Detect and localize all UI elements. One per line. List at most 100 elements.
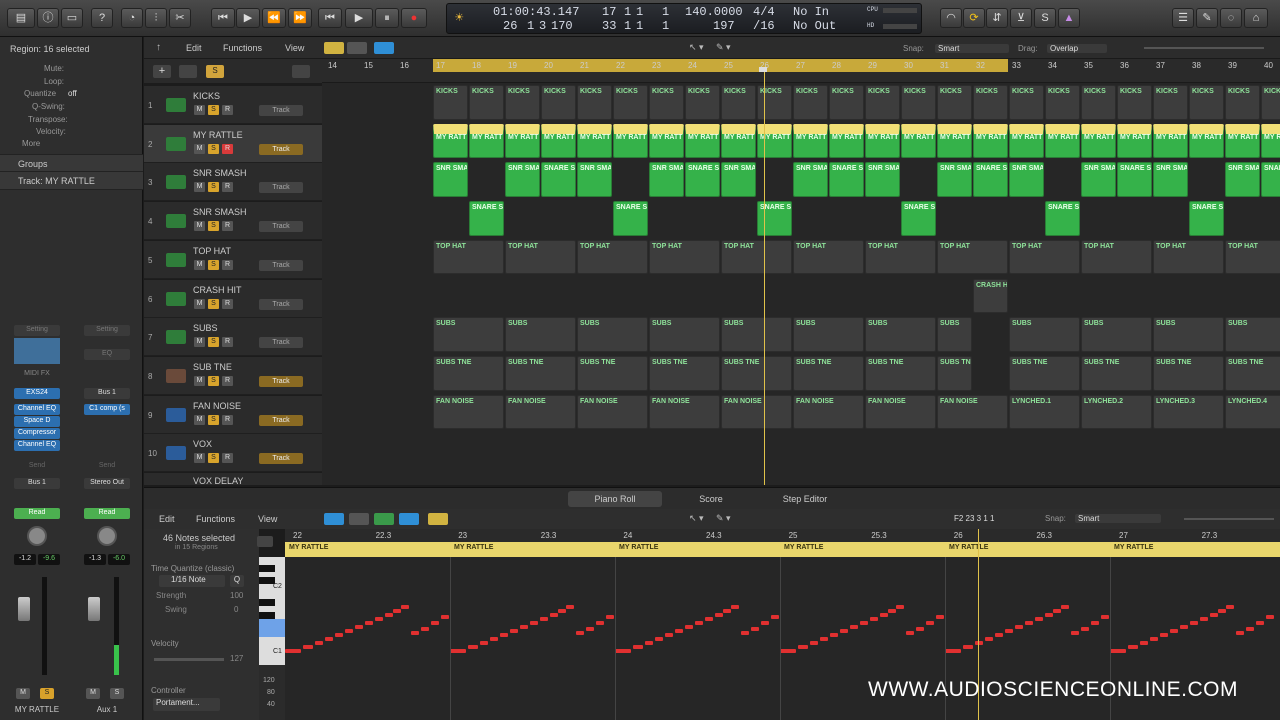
region-my-rattle[interactable]: MY RATT [937,123,972,159]
region-subs[interactable]: SUBS [649,317,720,352]
region-snr-smash[interactable]: SNR SMA [505,162,540,198]
region-snr-smash[interactable]: SNR SMA [577,162,612,198]
region-sub-tne[interactable]: SUBS TNE [1225,355,1280,391]
midi-note[interactable] [675,629,683,633]
region-kicks[interactable]: KICKS [613,85,648,120]
region-kicks[interactable]: KICKS [973,85,1008,120]
region-kicks[interactable]: KICKS [1117,85,1152,120]
groups-row[interactable]: Groups [0,154,143,172]
midi-note[interactable] [1081,627,1089,631]
record-button[interactable]: R [222,298,233,309]
lcd-display[interactable]: ☀ 01:00:43.147 26 1 3 170 17 1 1 1 33 1 … [446,3,922,34]
track-name[interactable]: KICKS [193,91,220,101]
black-key[interactable] [259,612,275,619]
region-kicks[interactable]: KICKS [865,85,900,120]
automation-read-2[interactable]: Read [84,508,130,519]
midi-note[interactable] [1200,617,1208,621]
region-fan-noise[interactable]: FAN NOISE [577,394,648,430]
region-sub-tne[interactable]: SUBS TNE [577,355,648,391]
region-my-rattle[interactable]: MY RATT [793,123,828,159]
mute-button[interactable]: M [194,453,205,464]
up-arrow-icon[interactable]: ↑ [156,42,161,53]
bus-slot[interactable]: Bus 1 [84,388,130,399]
region-kicks[interactable]: KICKS [793,85,828,120]
track-name[interactable]: SNR SMASH [193,207,247,217]
plugin-slot-4[interactable]: Channel EQ [14,440,60,451]
play-from-icon[interactable]: ▶ [236,8,260,28]
region-kicks[interactable]: KICKS [1189,85,1224,120]
pencil-tool-icon[interactable]: ✎ ▾ [716,42,731,53]
region-my-rattle[interactable]: MY RATT [865,123,900,159]
track-mode-pill[interactable]: Track [259,143,303,155]
mute-button-1[interactable]: M [16,688,30,699]
pr-midi-in-icon[interactable] [324,513,344,525]
rewind-icon[interactable]: ⏪ [262,8,286,28]
region-sub-tne[interactable]: SUBS TNE [1009,355,1080,391]
region-kicks[interactable]: KICKS [901,85,936,120]
track-mode-pill[interactable]: Track [259,337,303,349]
region-fan-noise[interactable]: FAN NOISE [793,394,864,430]
region-my-rattle[interactable]: MY RATT [505,123,540,159]
send-slot-1[interactable]: Send [14,461,60,472]
black-key[interactable] [259,565,275,572]
midi-note[interactable] [1071,631,1079,635]
midi-note[interactable] [685,625,693,629]
send-slot-2[interactable]: Send [84,461,130,472]
pr-link-icon[interactable] [428,513,448,525]
midi-note[interactable] [540,617,548,621]
mute-button-2[interactable]: M [86,688,100,699]
midi-note[interactable] [550,613,558,617]
region-subs[interactable]: SUBS [577,317,648,352]
midi-note[interactable] [441,615,449,619]
midi-note[interactable] [385,613,393,617]
midi-note[interactable] [393,609,401,613]
pan-knob-1[interactable] [27,526,47,546]
midi-note[interactable] [1246,627,1254,631]
region-sub-tne[interactable]: SUBS TNE [1081,355,1152,391]
pr-pencil-tool-icon[interactable]: ✎ ▾ [716,513,731,524]
region-fan-noise[interactable]: FAN NOISE [433,394,504,430]
region-kicks[interactable]: KICKS [829,85,864,120]
midi-note[interactable] [1110,649,1126,653]
region-lynched[interactable]: LYNCHED.2 [1081,394,1152,430]
track-name[interactable]: VOX [193,439,212,449]
midi-note[interactable] [1266,615,1274,619]
pr-midi-out-icon[interactable] [349,513,369,525]
midi-note[interactable] [985,637,993,641]
midi-note[interactable] [1035,617,1043,621]
midi-note[interactable] [916,627,924,631]
region-my-rattle[interactable]: MY RATT [685,123,720,159]
region-subs[interactable]: SUBS [1009,317,1080,352]
region-my-rattle[interactable]: MY RATT [1081,123,1116,159]
plugin-slot-1[interactable]: Channel EQ [14,404,60,415]
region-fan-noise[interactable]: FAN NOISE [937,394,1008,430]
go-to-beginning-icon[interactable]: ⏮ [318,8,342,28]
solo-button[interactable]: S [208,143,219,154]
region-snr-smash[interactable]: SNR SMA [1153,162,1188,198]
region-sub-tne[interactable]: SUBS TNE [1153,355,1224,391]
track-mode-pill[interactable]: Track [259,298,303,310]
velocity-slider[interactable] [154,658,224,661]
pr-functions-menu[interactable]: Functions [196,514,235,524]
region-snr-smash[interactable]: SNARE S [541,162,576,198]
fast-forward-icon[interactable]: ⏩ [288,8,312,28]
pr-view-menu[interactable]: View [258,514,277,524]
tab-score[interactable]: Score [664,491,758,507]
region-snr-smash[interactable]: SNR SMA [937,162,972,198]
region-kicks[interactable]: KICKS [541,85,576,120]
output-slot-1[interactable]: Bus 1 [14,478,60,489]
time-quantize-select[interactable]: 1/16 Note [159,575,225,587]
region-kicks[interactable]: KICKS [1081,85,1116,120]
solo-button-2[interactable]: S [110,688,124,699]
smart-controls-icon[interactable]: ◔ [121,8,143,28]
track-mode-pill[interactable]: Track [259,182,303,194]
region-snr-smash[interactable]: SNR SMA [649,162,684,198]
pan-knob-2[interactable] [97,526,117,546]
midi-note[interactable] [723,609,731,613]
record-button[interactable]: R [222,453,233,464]
solo-button-1[interactable]: S [40,688,54,699]
midi-note[interactable] [365,621,373,625]
midi-note[interactable] [576,631,584,635]
midi-note[interactable] [335,633,343,637]
midi-note[interactable] [633,645,643,649]
